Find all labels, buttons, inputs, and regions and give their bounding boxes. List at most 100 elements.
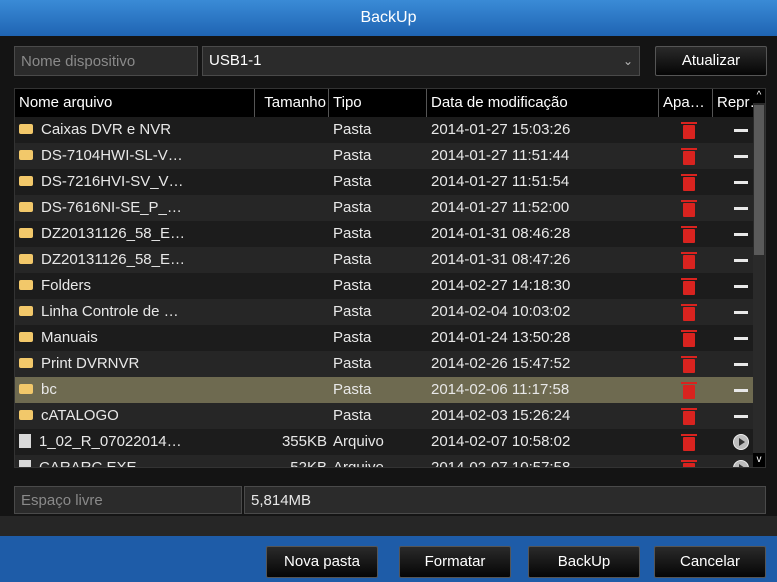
file-size [255, 351, 327, 377]
file-type: Pasta [333, 381, 372, 398]
table-row[interactable]: DZ20131126_58_E… Pasta 2014-01-31 08:47:26 [15, 247, 765, 273]
file-type: Pasta [333, 329, 372, 346]
table-row[interactable]: DS-7216HVI-SV_V… Pasta 2014-01-27 11:51:54 [15, 169, 765, 195]
file-size [255, 325, 327, 351]
file-name-cell: Linha Controle de … [19, 299, 255, 325]
folder-icon [19, 332, 33, 343]
file-date: 2014-02-06 11:17:58 [431, 381, 570, 398]
dash-icon [734, 154, 748, 158]
table-row[interactable]: Folders Pasta 2014-02-27 14:18:30 [15, 273, 765, 299]
table-row[interactable]: DS-7616NI-SE_P_… Pasta 2014-01-27 11:52:00 [15, 195, 765, 221]
format-button[interactable]: Formatar [399, 546, 511, 578]
table-row[interactable]: Linha Controle de … Pasta 2014-02-04 10:03… [15, 299, 765, 325]
device-label: Nome dispositivo [14, 46, 198, 76]
table-row[interactable]: DS-7104HWI-SL-V… Pasta 2014-01-27 11:51:44 [15, 143, 765, 169]
play-icon[interactable] [733, 460, 749, 467]
file-date: 2014-02-26 15:47:52 [431, 355, 571, 372]
trash-icon[interactable] [681, 122, 697, 140]
dash-icon [734, 310, 748, 314]
trash-icon[interactable] [681, 356, 697, 374]
device-row: Nome dispositivo USB1-1 ⌄ Atualizar [12, 46, 768, 78]
file-date: 2014-01-24 13:50:28 [431, 329, 571, 346]
dash-icon [734, 388, 748, 392]
scroll-up-icon[interactable]: ^ [753, 89, 765, 103]
scroll-thumb[interactable] [754, 105, 764, 255]
table-row[interactable]: Caixas DVR e NVR Pasta 2014-01-27 15:03:26 [15, 117, 765, 143]
file-table: Nome arquivo Tamanho Tipo Data de modifi… [14, 88, 766, 468]
device-select-value: USB1-1 [209, 52, 262, 69]
trash-icon[interactable] [681, 278, 697, 296]
col-name[interactable]: Nome arquivo [15, 89, 255, 117]
table-row[interactable]: bc Pasta 2014-02-06 11:17:58 [15, 377, 765, 403]
file-name: bc [41, 381, 57, 398]
file-name: Print DVRNVR [41, 355, 140, 372]
file-name-cell: DZ20131126_58_E… [19, 221, 255, 247]
file-type: Pasta [333, 147, 372, 164]
file-date: 2014-01-31 08:46:28 [431, 225, 571, 242]
delete-cell [663, 143, 715, 169]
file-name: cATALOGO [41, 407, 119, 424]
file-name: Manuais [41, 329, 98, 346]
device-select[interactable]: USB1-1 ⌄ [202, 46, 640, 76]
folder-icon [19, 202, 33, 213]
dash-icon [734, 258, 748, 262]
play-icon[interactable] [733, 434, 749, 451]
trash-icon[interactable] [681, 226, 697, 244]
file-name: DZ20131126_58_E… [41, 251, 185, 268]
file-date: 2014-02-03 15:26:24 [431, 407, 571, 424]
file-date: 2014-01-27 11:51:44 [431, 147, 570, 164]
folder-icon [19, 254, 33, 265]
delete-cell [663, 325, 715, 351]
col-date[interactable]: Data de modificação [427, 89, 659, 117]
new-folder-button[interactable]: Nova pasta [266, 546, 378, 578]
trash-icon[interactable] [681, 434, 697, 452]
separator [0, 516, 777, 536]
file-type: Pasta [333, 407, 372, 424]
backup-button[interactable]: BackUp [528, 546, 640, 578]
table-row[interactable]: CARARC.EXE 52KB Arquivo 2014-02-07 10:57:58 [15, 455, 765, 467]
trash-icon[interactable] [681, 382, 697, 400]
scroll-down-icon[interactable]: v [753, 453, 765, 467]
table-row[interactable]: cATALOGO Pasta 2014-02-03 15:26:24 [15, 403, 765, 429]
col-type[interactable]: Tipo [329, 89, 427, 117]
file-date: 2014-01-27 15:03:26 [431, 121, 571, 138]
trash-icon[interactable] [681, 174, 697, 192]
delete-cell [663, 117, 715, 143]
trash-icon[interactable] [681, 148, 697, 166]
trash-icon[interactable] [681, 408, 697, 426]
file-size [255, 143, 327, 169]
delete-cell [663, 195, 715, 221]
file-type: Pasta [333, 355, 372, 372]
refresh-button[interactable]: Atualizar [655, 46, 767, 76]
chevron-down-icon: ⌄ [622, 54, 633, 68]
file-date: 2014-01-27 11:52:00 [431, 199, 570, 216]
col-play[interactable]: Repr… [713, 89, 765, 117]
trash-icon[interactable] [681, 460, 697, 467]
trash-icon[interactable] [681, 252, 697, 270]
trash-icon[interactable] [681, 200, 697, 218]
col-size[interactable]: Tamanho [255, 89, 329, 117]
file-name-cell: cATALOGO [19, 403, 255, 429]
dash-icon [734, 336, 748, 340]
folder-icon [19, 384, 33, 395]
table-row[interactable]: Manuais Pasta 2014-01-24 13:50:28 [15, 325, 765, 351]
folder-icon [19, 124, 33, 135]
delete-cell [663, 351, 715, 377]
file-size [255, 169, 327, 195]
file-type: Pasta [333, 225, 372, 242]
table-row[interactable]: 1_02_R_07022014… 355KB Arquivo 2014-02-07 1… [15, 429, 765, 455]
table-row[interactable]: DZ20131126_58_E… Pasta 2014-01-31 08:46:28 [15, 221, 765, 247]
trash-icon[interactable] [681, 330, 697, 348]
table-row[interactable]: Print DVRNVR Pasta 2014-02-26 15:47:52 [15, 351, 765, 377]
folder-icon [19, 358, 33, 369]
cancel-button[interactable]: Cancelar [654, 546, 766, 578]
file-name-cell: DS-7616NI-SE_P_… [19, 195, 255, 221]
file-name: Folders [41, 277, 92, 294]
trash-icon[interactable] [681, 304, 697, 322]
file-name-cell: Manuais [19, 325, 255, 351]
col-delete[interactable]: Apa… [659, 89, 713, 117]
scrollbar[interactable]: ^ v [753, 89, 765, 467]
delete-cell [663, 455, 715, 467]
file-name: DS-7216HVI-SV_V… [41, 173, 184, 190]
file-size: 355KB [281, 433, 327, 450]
